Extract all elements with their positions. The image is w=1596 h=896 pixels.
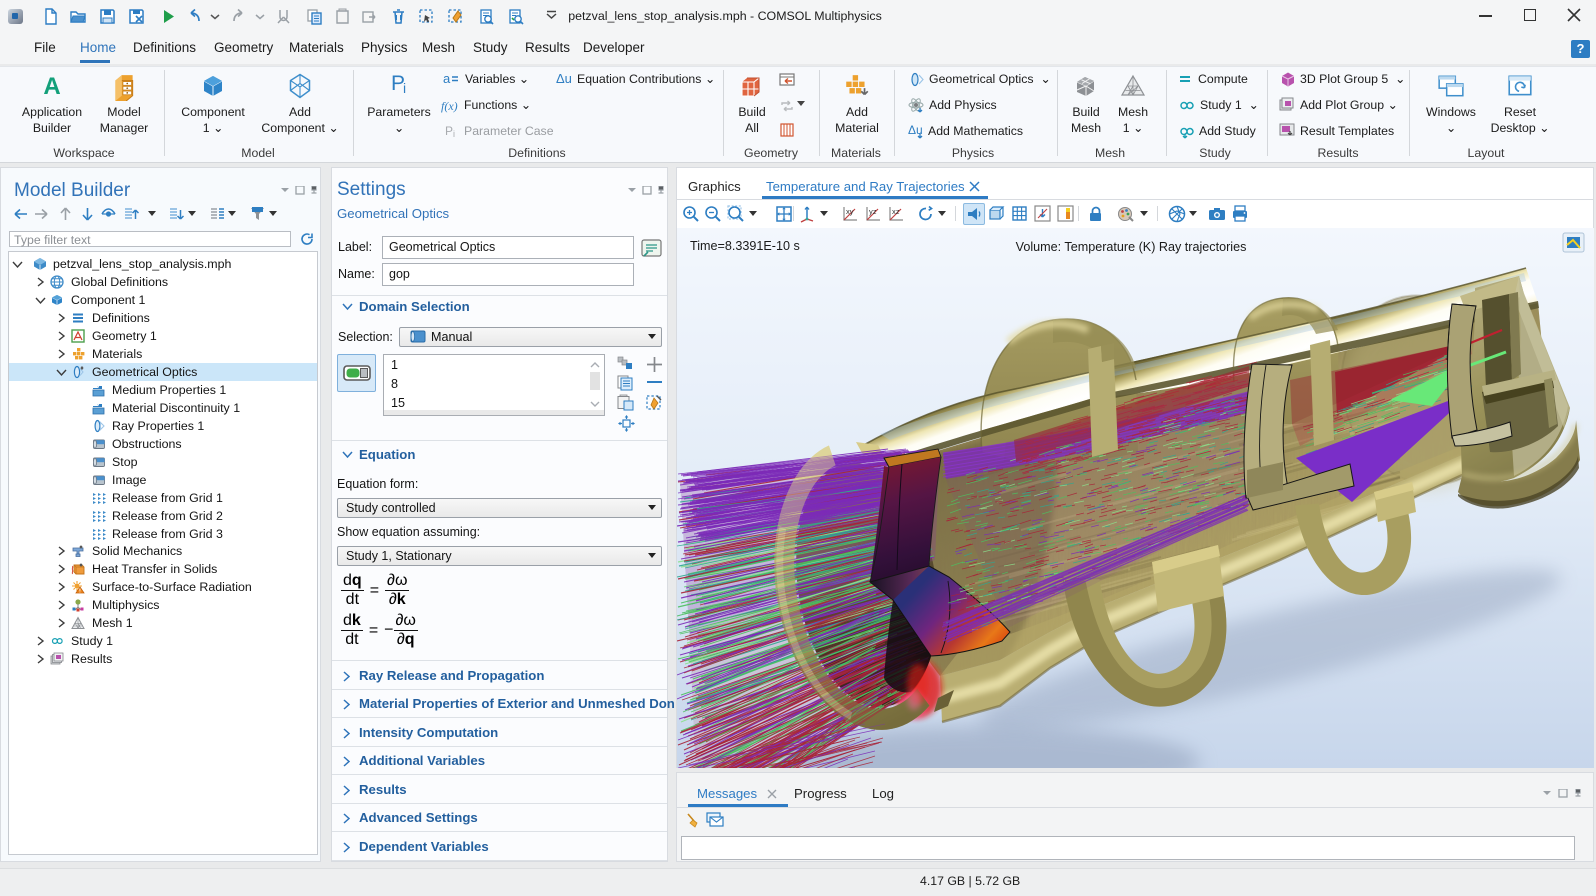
- svg-text:A: A: [43, 74, 60, 100]
- svg-text:f(x): f(x): [441, 99, 458, 113]
- svg-text:i: i: [403, 80, 406, 96]
- svg-text:Time=8.3391E-10 s: Time=8.3391E-10 s: [690, 239, 800, 253]
- svg-text:a: a: [443, 71, 451, 86]
- svg-text:D: D: [95, 384, 100, 390]
- svg-text:i: i: [453, 129, 455, 139]
- svg-text:Volume: Temperature (K) Ray tr: Volume: Temperature (K) Ray trajectories: [1016, 240, 1247, 254]
- svg-text:Δu: Δu: [556, 71, 572, 86]
- svg-text:D: D: [95, 402, 100, 408]
- svg-text:xy: xy: [846, 207, 854, 216]
- svg-text:xz: xz: [892, 207, 900, 216]
- svg-text:yz: yz: [869, 207, 877, 216]
- svg-text:!: !: [79, 589, 81, 594]
- svg-text:P: P: [445, 124, 453, 138]
